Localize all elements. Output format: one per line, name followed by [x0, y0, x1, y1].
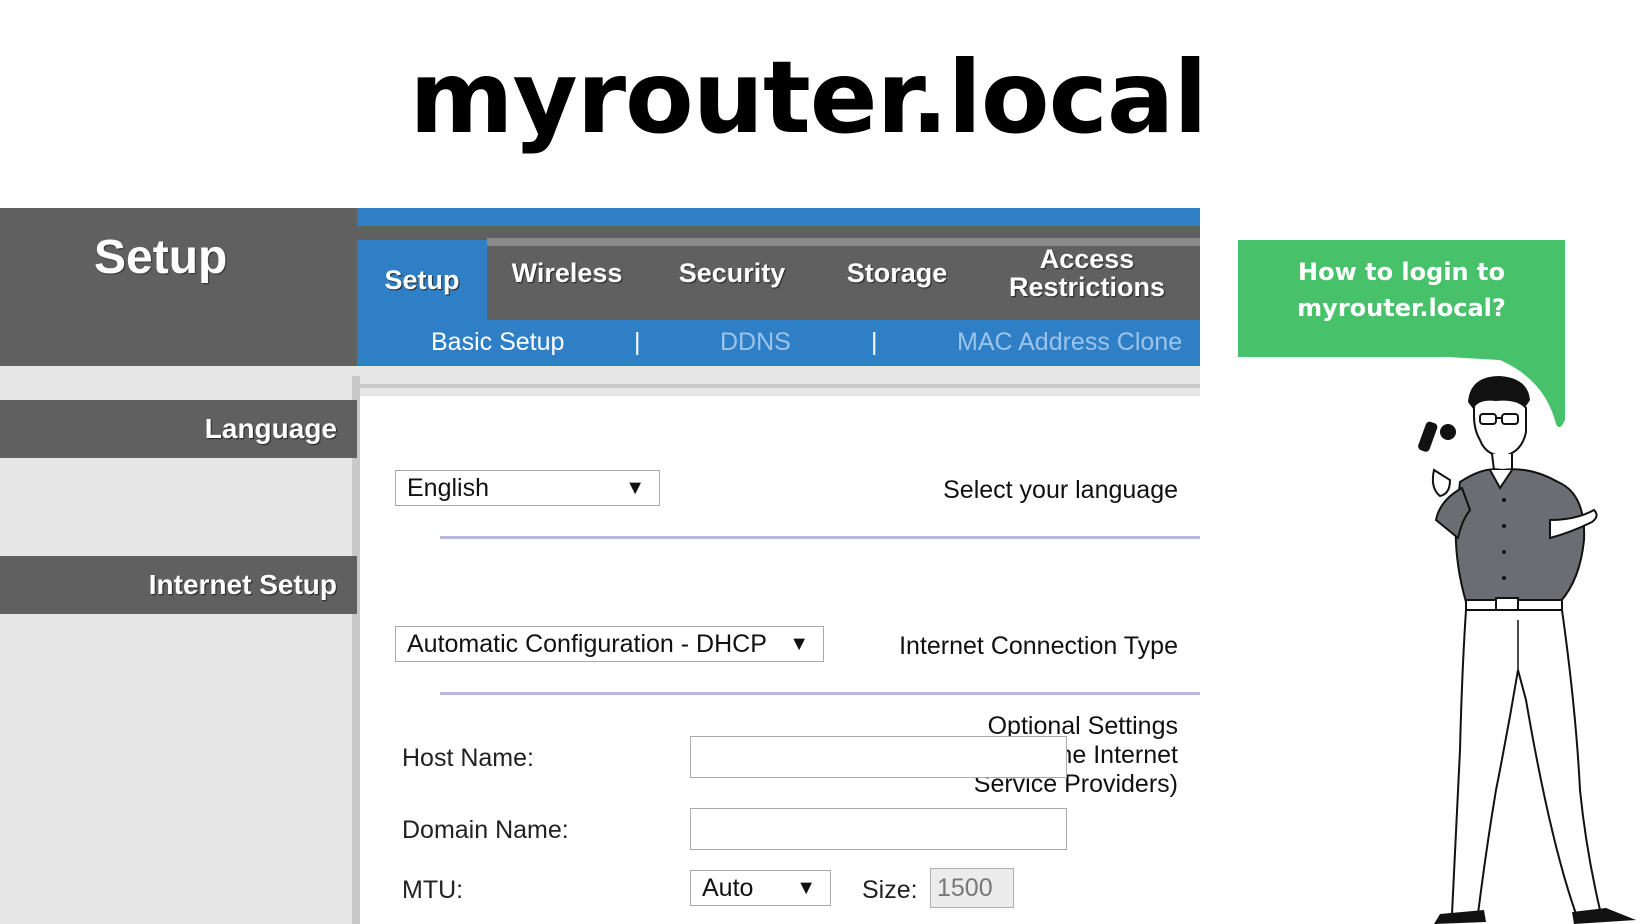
section-internet-setup: Internet Setup — [0, 556, 357, 614]
bubble-line1: How to login to — [1298, 258, 1505, 286]
speech-bubble: How to login to myrouter.local? — [1238, 240, 1565, 357]
presenter-illustration-icon — [1418, 376, 1636, 924]
label-column — [0, 396, 357, 924]
subtab-ddns[interactable]: DDNS — [720, 328, 791, 357]
header-gap — [0, 366, 1200, 396]
divider-rule — [440, 536, 1200, 539]
domain-name-input[interactable] — [690, 808, 1067, 850]
tab-bar: Setup Wireless Security Storage Access R… — [357, 226, 1200, 320]
tab-access-restrictions[interactable]: Access Restrictions — [1002, 226, 1172, 320]
tab-setup[interactable]: Setup — [357, 240, 487, 320]
domain-name-label: Domain Name: — [402, 816, 569, 844]
subtab-bar: Basic Setup | DDNS | MAC Address Clone — [357, 320, 1200, 366]
host-name-label: Host Name: — [402, 744, 534, 772]
subtab-separator: | — [871, 328, 878, 356]
language-select[interactable]: English ▼ — [395, 470, 660, 506]
mtu-size-input[interactable]: 1500 — [930, 868, 1014, 908]
router-admin-panel: Setup Setup Wireless Security Storage Ac… — [0, 208, 1200, 924]
tab-security[interactable]: Security — [647, 226, 817, 320]
content-top-border — [360, 384, 1200, 388]
chevron-down-icon: ▼ — [789, 633, 809, 655]
subtab-basic-setup[interactable]: Basic Setup — [431, 328, 564, 357]
connection-type-select[interactable]: Automatic Configuration - DHCP ▼ — [395, 626, 824, 662]
connection-type-label: Internet Connection Type — [899, 632, 1178, 660]
tab-storage[interactable]: Storage — [817, 226, 977, 320]
page-title: myrouter.local — [409, 39, 1207, 156]
section-language: Language — [0, 400, 357, 458]
chevron-down-icon: ▼ — [796, 877, 816, 899]
panel-title: Setup — [94, 231, 228, 284]
chevron-down-icon: ▼ — [625, 477, 645, 499]
bubble-line2: myrouter.local? — [1297, 294, 1506, 322]
host-name-input[interactable] — [690, 736, 1067, 778]
divider-rule — [440, 692, 1200, 695]
mtu-select[interactable]: Auto ▼ — [690, 870, 831, 906]
top-accent-strip — [357, 208, 1200, 226]
subtab-mac-address-clone[interactable]: MAC Address Clone — [957, 328, 1182, 357]
subtab-separator: | — [634, 328, 641, 356]
panel-header: Setup — [0, 208, 357, 366]
connection-type-value: Automatic Configuration - DHCP — [407, 630, 767, 658]
column-divider — [352, 376, 360, 924]
select-language-label: Select your language — [943, 476, 1178, 504]
mtu-select-value: Auto — [702, 874, 754, 902]
mtu-size-label: Size: — [862, 876, 918, 904]
language-select-value: English — [407, 474, 489, 502]
mtu-label: MTU: — [402, 876, 464, 904]
tab-wireless[interactable]: Wireless — [487, 226, 647, 320]
